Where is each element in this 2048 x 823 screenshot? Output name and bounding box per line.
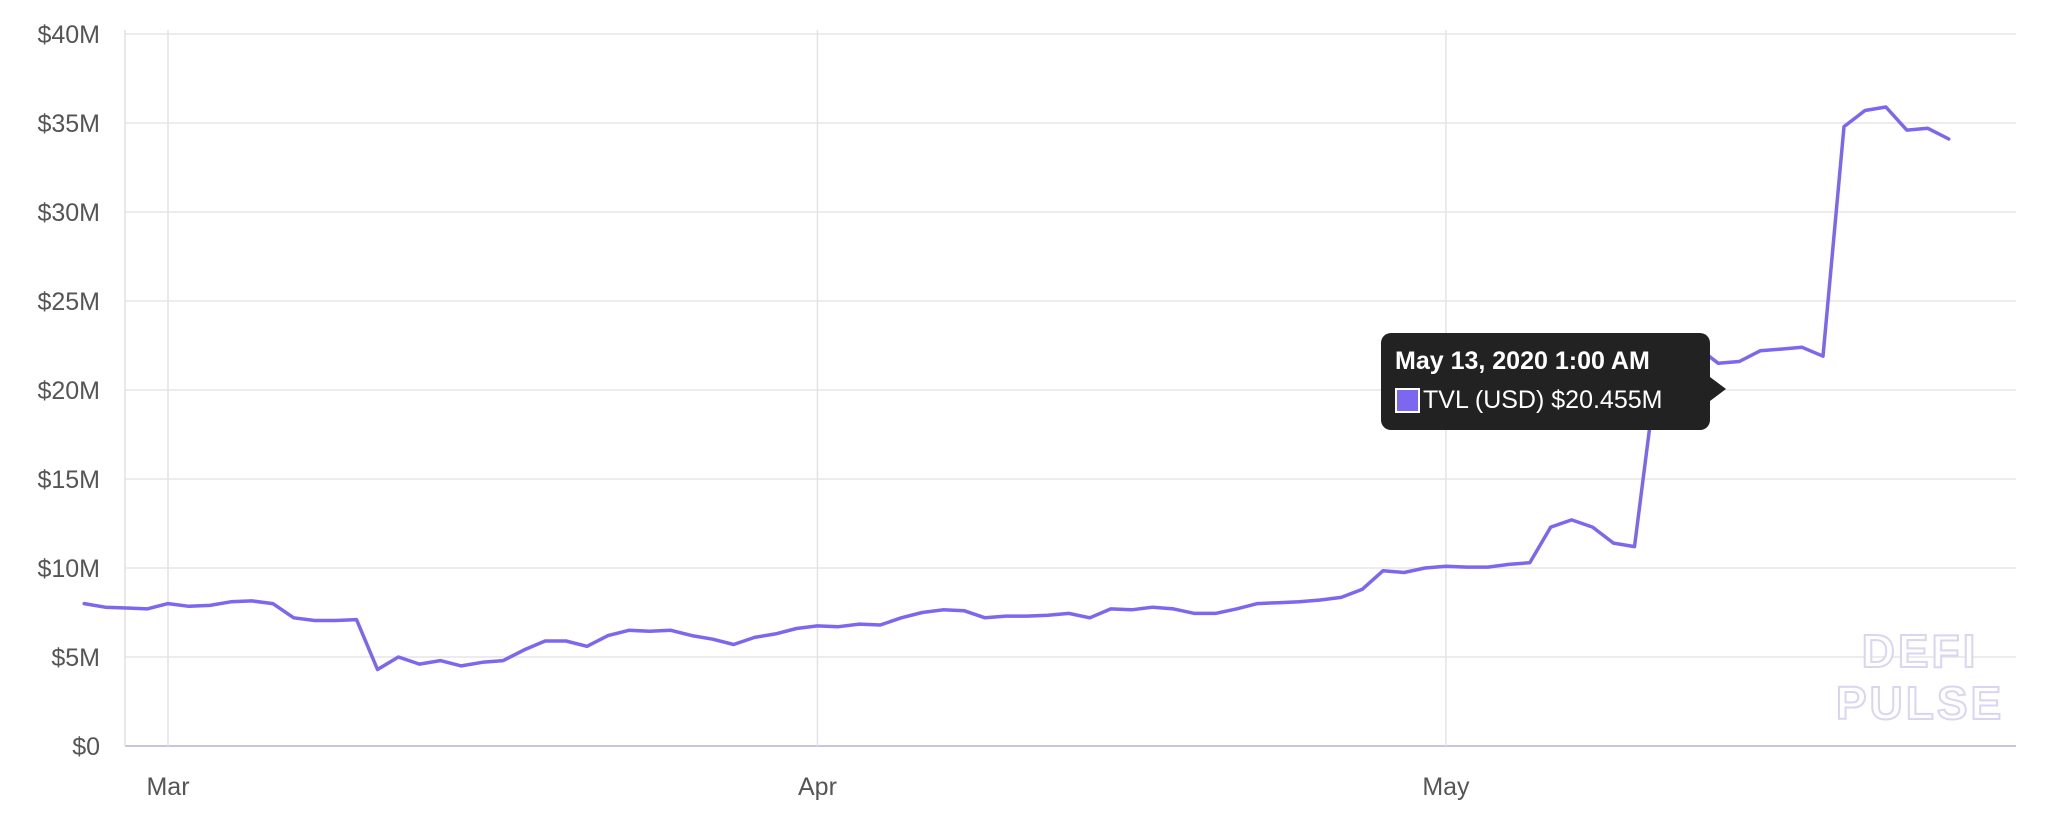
tvl-chart: $0 $5M $10M $15M $20M $25M $30M $35M $40M Mar Apr M…	[0, 0, 2048, 818]
data-tooltip: May 13, 2020 1:00 AM TVL (USD) $20.455M	[1381, 333, 1726, 430]
y-tick-label: $20M	[37, 377, 100, 405]
x-tick-label: May	[1422, 773, 1470, 801]
y-tick-label: $25M	[37, 288, 100, 316]
tooltip-date: May 13, 2020 1:00 AM	[1395, 347, 1650, 375]
tooltip-series-row: TVL (USD) $20.455M	[1395, 384, 1696, 416]
tooltip-series-swatch	[1395, 387, 1420, 413]
y-tick-label: $15M	[37, 466, 100, 494]
y-tick-label: $10M	[37, 555, 100, 583]
y-tick-label: $0	[72, 733, 100, 761]
x-tick-label: Mar	[146, 773, 189, 801]
watermark-line-2: PULSE	[1835, 676, 2005, 730]
y-tick-label: $35M	[37, 110, 100, 138]
chart-svg: $0 $5M $10M $15M $20M $25M $30M $35M $40M Mar Apr M…	[37, 21, 2016, 801]
tooltip-value: $20.455M	[1551, 386, 1663, 414]
defi-pulse-watermark: DEFI PULSE	[1820, 624, 2020, 730]
y-tick-label: $5M	[51, 644, 100, 672]
y-tick-label: $30M	[37, 199, 100, 227]
tooltip-series-label: TVL (USD)	[1423, 386, 1545, 414]
y-tick-label: $40M	[37, 21, 100, 49]
label-layer: $0 $5M $10M $15M $20M $25M $30M $35M $40M Mar Apr M…	[37, 21, 1470, 801]
x-tick-label: Apr	[798, 773, 837, 801]
watermark-line-1: DEFI	[1861, 624, 1979, 678]
grid-layer	[125, 30, 2016, 747]
